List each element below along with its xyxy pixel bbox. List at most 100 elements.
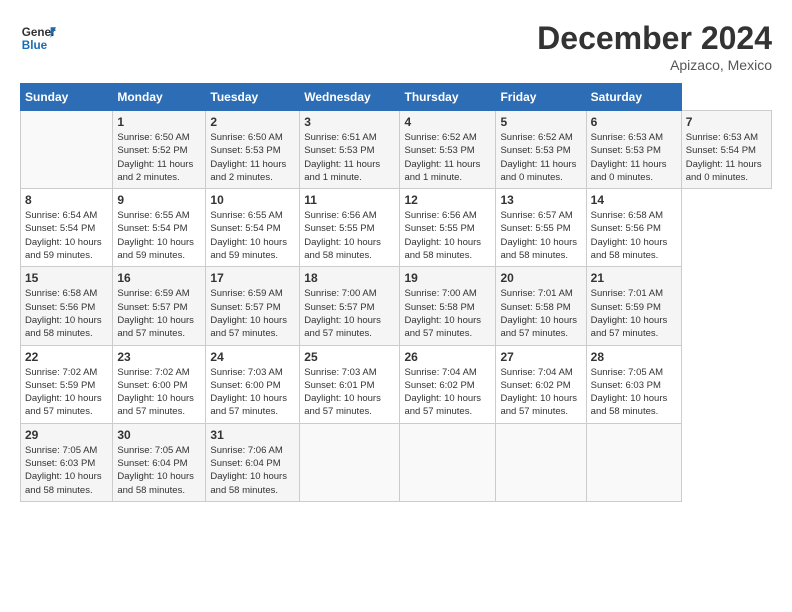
calendar-cell: 5 Sunrise: 6:52 AMSunset: 5:53 PMDaylight… [496,111,586,189]
calendar-cell: 21 Sunrise: 7:01 AMSunset: 5:59 PMDayligh… [586,267,681,345]
day-number: 10 [210,193,295,207]
calendar-cell: 16 Sunrise: 6:59 AMSunset: 5:57 PMDayligh… [113,267,206,345]
day-info: Sunrise: 7:05 AMSunset: 6:03 PMDaylight:… [591,366,677,419]
day-number: 30 [117,428,201,442]
day-number: 29 [25,428,108,442]
day-number: 31 [210,428,295,442]
day-info: Sunrise: 7:01 AMSunset: 5:58 PMDaylight:… [500,287,581,340]
calendar-cell: 25Sunrise: 7:03 AMSunset: 6:01 PMDayligh… [300,345,400,423]
day-number: 13 [500,193,581,207]
svg-text:Blue: Blue [22,39,48,52]
calendar-cell: 15 Sunrise: 6:58 AMSunset: 5:56 PMDayligh… [21,267,113,345]
week-row-4: 22Sunrise: 7:02 AMSunset: 5:59 PMDayligh… [21,345,772,423]
day-number: 5 [500,115,581,129]
calendar-cell: 28 Sunrise: 7:05 AMSunset: 6:03 PMDayligh… [586,345,681,423]
day-number: 22 [25,350,108,364]
calendar-cell [400,423,496,501]
day-info: Sunrise: 6:59 AMSunset: 5:57 PMDaylight:… [117,287,201,340]
calendar-cell: 7Sunrise: 6:53 AMSunset: 5:54 PMDaylight… [681,111,771,189]
calendar-cell: 4Sunrise: 6:52 AMSunset: 5:53 PMDaylight… [400,111,496,189]
week-row-1: 1 Sunrise: 6:50 AMSunset: 5:52 PMDaylight… [21,111,772,189]
calendar-cell: 29 Sunrise: 7:05 AMSunset: 6:03 PMDayligh… [21,423,113,501]
day-number: 2 [210,115,295,129]
day-number: 26 [404,350,491,364]
calendar-cell: 26Sunrise: 7:04 AMSunset: 6:02 PMDayligh… [400,345,496,423]
day-number: 11 [304,193,395,207]
day-number: 21 [591,271,677,285]
day-number: 1 [117,115,201,129]
day-number: 15 [25,271,108,285]
day-header-thursday: Thursday [400,84,496,111]
day-info: Sunrise: 6:56 AMSunset: 5:55 PMDaylight:… [404,209,491,262]
day-info: Sunrise: 7:00 AMSunset: 5:58 PMDaylight:… [404,287,491,340]
calendar-cell: 8Sunrise: 6:54 AMSunset: 5:54 PMDaylight… [21,189,113,267]
day-info: Sunrise: 7:04 AMSunset: 6:02 PMDaylight:… [500,366,581,419]
page-header: General Blue December 2024 Apizaco, Mexi… [20,20,772,73]
calendar-cell: 23 Sunrise: 7:02 AMSunset: 6:00 PMDayligh… [113,345,206,423]
day-info: Sunrise: 6:50 AMSunset: 5:53 PMDaylight:… [210,131,295,184]
calendar-cell [300,423,400,501]
calendar-cell: 10 Sunrise: 6:55 AMSunset: 5:54 PMDayligh… [206,189,300,267]
day-number: 24 [210,350,295,364]
day-number: 16 [117,271,201,285]
day-number: 4 [404,115,491,129]
calendar-cell: 13 Sunrise: 6:57 AMSunset: 5:55 PMDayligh… [496,189,586,267]
day-header-saturday: Saturday [586,84,681,111]
calendar-cell: 2 Sunrise: 6:50 AMSunset: 5:53 PMDaylight… [206,111,300,189]
calendar-cell: 30 Sunrise: 7:05 AMSunset: 6:04 PMDayligh… [113,423,206,501]
day-number: 14 [591,193,677,207]
title-block: December 2024 Apizaco, Mexico [537,20,772,73]
day-info: Sunrise: 6:50 AMSunset: 5:52 PMDaylight:… [117,131,201,184]
calendar-cell: 18Sunrise: 7:00 AMSunset: 5:57 PMDayligh… [300,267,400,345]
day-info: Sunrise: 7:03 AMSunset: 6:00 PMDaylight:… [210,366,295,419]
calendar-cell [21,111,113,189]
day-info: Sunrise: 7:01 AMSunset: 5:59 PMDaylight:… [591,287,677,340]
day-info: Sunrise: 6:52 AMSunset: 5:53 PMDaylight:… [500,131,581,184]
week-row-5: 29 Sunrise: 7:05 AMSunset: 6:03 PMDayligh… [21,423,772,501]
day-info: Sunrise: 7:05 AMSunset: 6:04 PMDaylight:… [117,444,201,497]
day-info: Sunrise: 7:00 AMSunset: 5:57 PMDaylight:… [304,287,395,340]
logo: General Blue [20,20,56,56]
calendar-cell: 27 Sunrise: 7:04 AMSunset: 6:02 PMDayligh… [496,345,586,423]
calendar-cell: 17Sunrise: 6:59 AMSunset: 5:57 PMDayligh… [206,267,300,345]
day-info: Sunrise: 7:05 AMSunset: 6:03 PMDaylight:… [25,444,108,497]
day-info: Sunrise: 6:53 AMSunset: 5:54 PMDaylight:… [686,131,767,184]
day-info: Sunrise: 6:55 AMSunset: 5:54 PMDaylight:… [117,209,201,262]
calendar-cell: 12Sunrise: 6:56 AMSunset: 5:55 PMDayligh… [400,189,496,267]
week-row-2: 8Sunrise: 6:54 AMSunset: 5:54 PMDaylight… [21,189,772,267]
day-info: Sunrise: 7:06 AMSunset: 6:04 PMDaylight:… [210,444,295,497]
logo-icon: General Blue [20,20,56,56]
day-header-friday: Friday [496,84,586,111]
day-number: 27 [500,350,581,364]
calendar-cell: 14Sunrise: 6:58 AMSunset: 5:56 PMDayligh… [586,189,681,267]
day-number: 9 [117,193,201,207]
calendar-cell [496,423,586,501]
calendar-cell: 24 Sunrise: 7:03 AMSunset: 6:00 PMDayligh… [206,345,300,423]
day-info: Sunrise: 6:54 AMSunset: 5:54 PMDaylight:… [25,209,108,262]
day-number: 20 [500,271,581,285]
calendar-cell: 6Sunrise: 6:53 AMSunset: 5:53 PMDaylight… [586,111,681,189]
location-subtitle: Apizaco, Mexico [537,57,772,73]
day-header-monday: Monday [113,84,206,111]
calendar-cell: 9 Sunrise: 6:55 AMSunset: 5:54 PMDaylight… [113,189,206,267]
day-info: Sunrise: 7:02 AMSunset: 6:00 PMDaylight:… [117,366,201,419]
day-info: Sunrise: 6:51 AMSunset: 5:53 PMDaylight:… [304,131,395,184]
day-info: Sunrise: 6:53 AMSunset: 5:53 PMDaylight:… [591,131,677,184]
day-info: Sunrise: 6:55 AMSunset: 5:54 PMDaylight:… [210,209,295,262]
calendar-cell: 20 Sunrise: 7:01 AMSunset: 5:58 PMDayligh… [496,267,586,345]
calendar-table: SundayMondayTuesdayWednesdayThursdayFrid… [20,83,772,502]
week-row-3: 15 Sunrise: 6:58 AMSunset: 5:56 PMDayligh… [21,267,772,345]
calendar-cell: 31 Sunrise: 7:06 AMSunset: 6:04 PMDayligh… [206,423,300,501]
day-info: Sunrise: 6:56 AMSunset: 5:55 PMDaylight:… [304,209,395,262]
day-info: Sunrise: 6:57 AMSunset: 5:55 PMDaylight:… [500,209,581,262]
day-number: 28 [591,350,677,364]
day-info: Sunrise: 6:59 AMSunset: 5:57 PMDaylight:… [210,287,295,340]
day-info: Sunrise: 7:03 AMSunset: 6:01 PMDaylight:… [304,366,395,419]
day-number: 23 [117,350,201,364]
day-header-tuesday: Tuesday [206,84,300,111]
month-year-title: December 2024 [537,20,772,57]
day-info: Sunrise: 6:58 AMSunset: 5:56 PMDaylight:… [25,287,108,340]
day-number: 3 [304,115,395,129]
calendar-cell: 19Sunrise: 7:00 AMSunset: 5:58 PMDayligh… [400,267,496,345]
day-header-wednesday: Wednesday [300,84,400,111]
